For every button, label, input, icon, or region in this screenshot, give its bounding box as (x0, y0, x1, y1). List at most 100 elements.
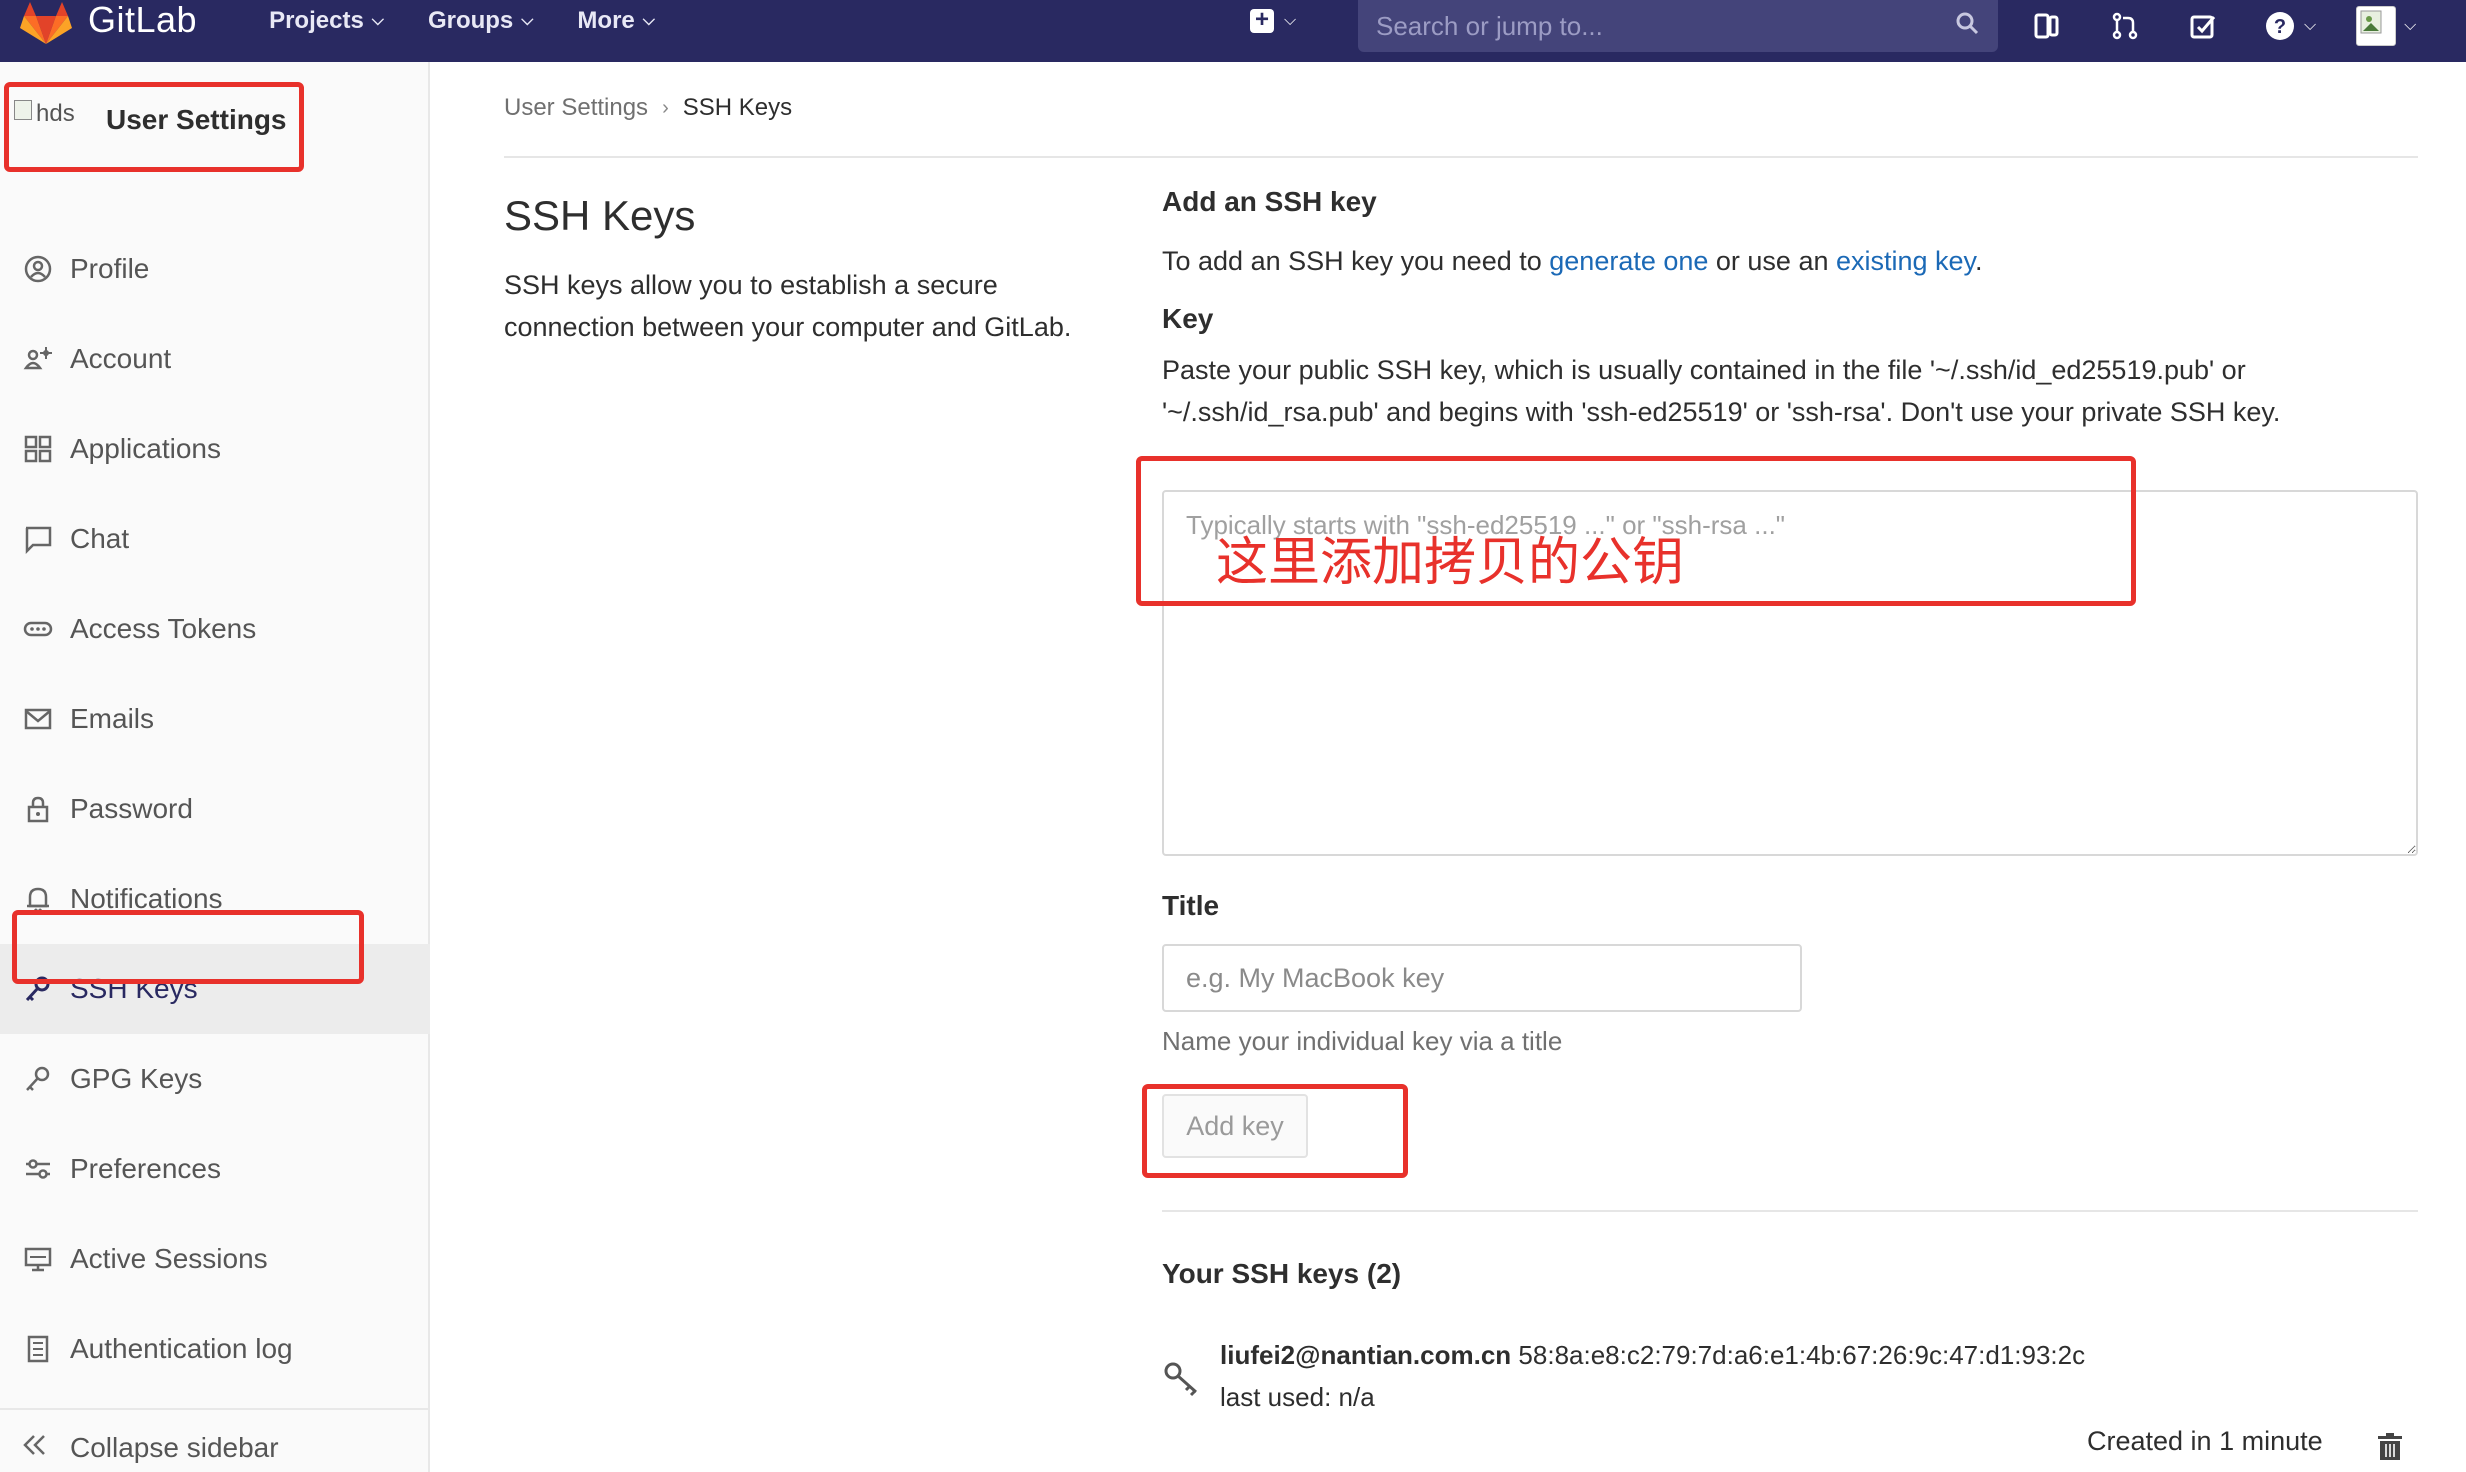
sidebar-item-label: Profile (70, 253, 150, 284)
ssh-key-title[interactable]: liufei2@nantian.com.cn (1220, 1340, 1511, 1370)
intro-text: . (1975, 246, 1983, 276)
new-item-dropdown[interactable]: + ⌵ (1250, 8, 1297, 33)
search-icon[interactable] (1954, 10, 1980, 36)
chevron-down-icon: ⌵ (371, 12, 384, 29)
navbar-right: + ⌵ ? ⌵ (1250, 0, 2416, 62)
collapse-sidebar-button[interactable]: Collapse sidebar (0, 1408, 430, 1472)
key-icon (1164, 1362, 1197, 1397)
highlight-box-add-key (1142, 1084, 1408, 1178)
ssh-key-info: liufei2@nantian.com.cn 58:8a:e8:c2:79:7d… (1220, 1334, 2085, 1418)
divider (1162, 1210, 2418, 1212)
log-icon (20, 1331, 56, 1367)
sidebar-item-authentication-log[interactable]: Authentication log (0, 1304, 430, 1394)
monitor-icon (20, 1241, 56, 1277)
sidebar-item-gpg-keys[interactable]: GPG Keys (0, 1034, 430, 1124)
title-input[interactable] (1162, 944, 1802, 1012)
sidebar-item-profile[interactable]: Profile (0, 224, 430, 314)
page-intro: SSH Keys SSH keys allow you to establish… (504, 192, 1104, 348)
sidebar-item-label: Applications (70, 433, 221, 464)
plus-icon: + (1250, 8, 1274, 33)
more-menu-label: More (577, 7, 635, 34)
groups-menu-label: Groups (427, 7, 514, 34)
issues-icon[interactable] (2030, 9, 2064, 43)
sidebar-item-label: Chat (70, 523, 130, 554)
user-menu[interactable]: ⌵ (2356, 6, 2416, 46)
sidebar-item-password[interactable]: Password (0, 764, 430, 854)
chevron-right-icon: › (662, 96, 669, 119)
sidebar-item-account[interactable]: Account (0, 314, 430, 404)
help-icon: ? (2266, 12, 2294, 40)
intro-text: To add an SSH key you need to (1162, 246, 1550, 276)
page-description: SSH keys allow you to establish a secure… (504, 270, 1072, 342)
todos-icon[interactable] (2186, 9, 2220, 43)
ssh-key-created: Created in 1 minute (2087, 1426, 2323, 1456)
sidebar-item-label: Password (70, 793, 193, 824)
sidebar-item-label: Preferences (70, 1153, 221, 1184)
trash-icon[interactable] (2376, 1432, 2404, 1462)
generate-one-link[interactable]: generate one (1549, 246, 1708, 276)
sidebar-item-label: Emails (70, 703, 155, 734)
add-key-intro: To add an SSH key you need to generate o… (1162, 246, 2418, 277)
main-nav-menu: Projects ⌵ Groups ⌵ More ⌵ (269, 7, 699, 35)
breadcrumb-ssh-keys[interactable]: SSH Keys (683, 94, 792, 122)
add-ssh-key-form: Add an SSH key To add an SSH key you nee… (1162, 186, 2418, 1460)
sidebar-item-access-tokens[interactable]: Access Tokens (0, 584, 430, 674)
projects-menu-label: Projects (269, 7, 364, 34)
merge-requests-icon[interactable] (2108, 9, 2142, 43)
account-icon (20, 341, 56, 377)
lock-icon (20, 791, 56, 827)
existing-key-link[interactable]: existing key (1836, 246, 1975, 276)
sidebar-item-applications[interactable]: Applications (0, 404, 430, 494)
token-icon (20, 611, 56, 647)
groups-menu[interactable]: Groups ⌵ (428, 7, 533, 35)
chevron-down-icon: ⌵ (521, 12, 534, 29)
annotation-note: 这里添加拷贝的公钥 (1216, 533, 1685, 593)
applications-icon (20, 431, 56, 467)
chat-icon (20, 521, 56, 557)
ssh-key-last-used: last used: n/a (1220, 1382, 1375, 1412)
title-label: Title (1162, 890, 1220, 921)
sidebar-item-chat[interactable]: Chat (0, 494, 430, 584)
chevron-down-icon: ⌵ (1284, 12, 1297, 29)
settings-sidebar: hds User Settings Profile Account Applic… (0, 62, 430, 1472)
key-icon (20, 1061, 56, 1097)
sidebar-item-active-sessions[interactable]: Active Sessions (0, 1214, 430, 1304)
key-help-text: Paste your public SSH key, which is usua… (1162, 355, 2281, 427)
collapse-sidebar-label: Collapse sidebar (70, 1432, 279, 1463)
divider (504, 156, 2418, 158)
ssh-key-row[interactable]: liufei2@nantian.com.cn 58:8a:e8:c2:79:7d… (1162, 1334, 2418, 1460)
sidebar-item-label: GPG Keys (70, 1063, 203, 1094)
search-input[interactable] (1376, 10, 1936, 42)
sidebar-item-label: Authentication log (70, 1333, 293, 1364)
key-label: Key (1162, 303, 1214, 334)
avatar (2356, 6, 2397, 46)
gitlab-logo-icon (20, 2, 72, 44)
chevron-down-icon: ⌵ (642, 12, 655, 29)
sidebar-nav: Profile Account Applications Chat Access… (0, 224, 430, 1394)
sidebar-item-emails[interactable]: Emails (0, 674, 430, 764)
sidebar-item-label: Account (70, 343, 172, 374)
chevron-down-icon: ⌵ (2304, 17, 2317, 34)
gitlab-logo-link[interactable]: GitLab (18, 0, 197, 62)
profile-icon (20, 251, 56, 287)
sidebar-item-preferences[interactable]: Preferences (0, 1124, 430, 1214)
sidebar-item-label: Access Tokens (70, 613, 257, 644)
double-chevron-left-icon (20, 1432, 56, 1464)
top-navbar: GitLab Projects ⌵ Groups ⌵ More ⌵ + ⌵ Se… (0, 0, 2466, 62)
title-hint: Name your individual key via a title (1162, 1026, 1563, 1056)
search-bar (1358, 0, 1998, 52)
email-icon (20, 701, 56, 737)
navbar-icons: ? ⌵ ⌵ (2030, 0, 2416, 52)
breadcrumb-user-settings[interactable]: User Settings (504, 94, 648, 122)
sidebar-item-label: Active Sessions (70, 1243, 268, 1274)
page-title: SSH Keys (504, 192, 696, 239)
chevron-down-icon: ⌵ (2404, 17, 2417, 34)
intro-text: or use an (1708, 246, 1836, 276)
projects-menu[interactable]: Projects ⌵ (269, 7, 384, 35)
breadcrumb: User Settings › SSH Keys (504, 94, 792, 122)
brand-name: GitLab (88, 0, 198, 40)
add-key-heading: Add an SSH key (1162, 186, 1377, 217)
ssh-key-fingerprint: 58:8a:e8:c2:79:7d:a6:e1:4b:67:26:9c:47:d… (1518, 1340, 2086, 1370)
help-dropdown[interactable]: ? ⌵ (2264, 10, 2316, 42)
more-menu[interactable]: More ⌵ (577, 7, 654, 35)
